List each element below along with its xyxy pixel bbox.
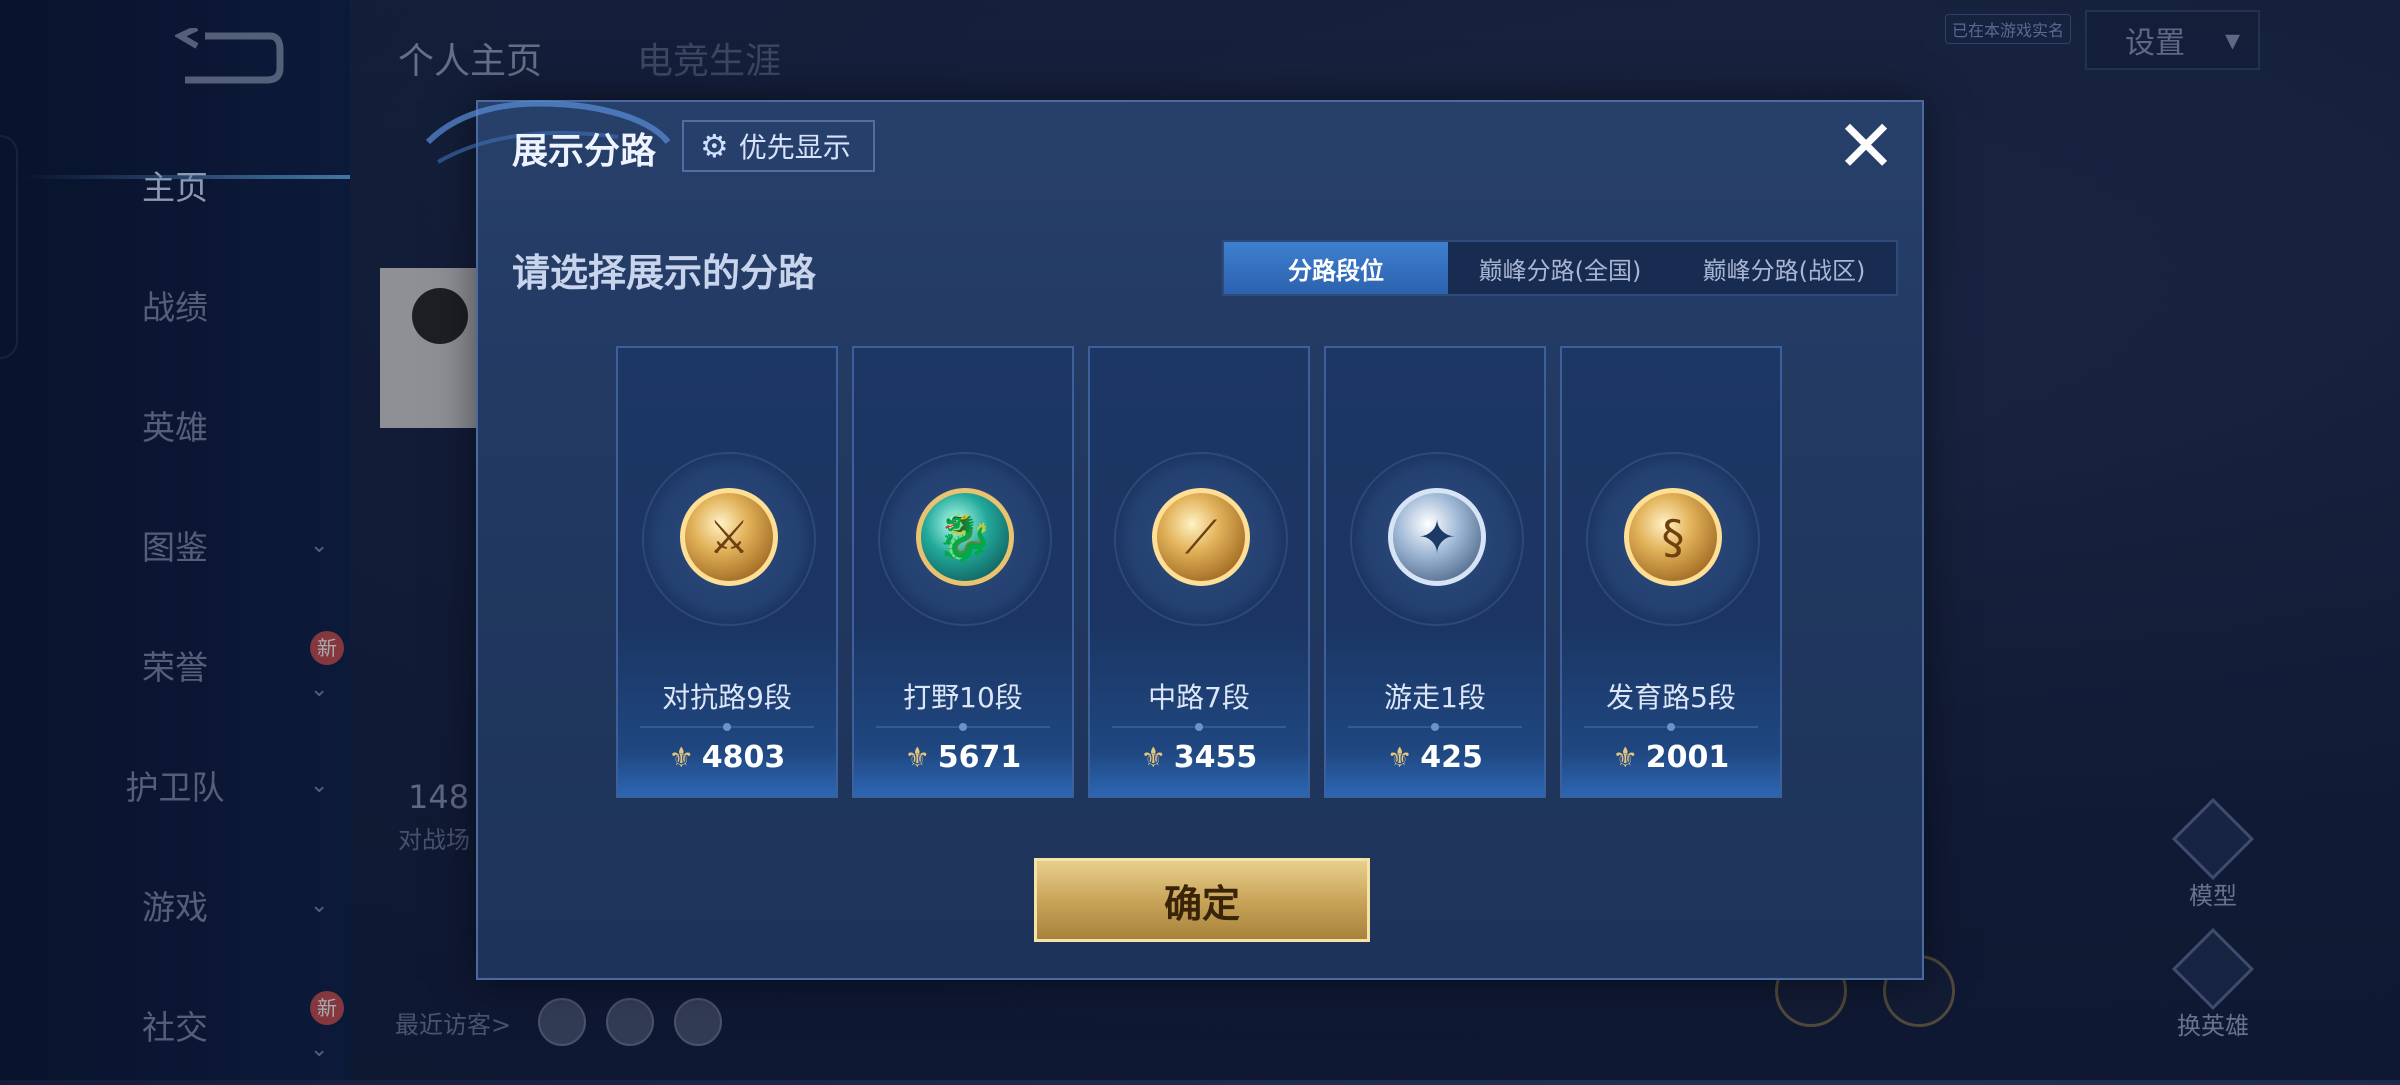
lane-score-value: 425 xyxy=(1420,740,1483,775)
dialog-title: 展示分路 xyxy=(512,131,657,172)
card-divider xyxy=(876,723,1050,731)
close-button[interactable]: ✕ xyxy=(1834,110,1898,182)
tab-lane-rank[interactable]: 分路段位 xyxy=(1224,242,1448,294)
dragon-icon: 🐉 xyxy=(916,488,1014,586)
tab-peak-national[interactable]: 巅峰分路(全国) xyxy=(1448,242,1672,294)
points-icon: ⚜ xyxy=(1387,741,1413,774)
points-icon: ⚜ xyxy=(1140,741,1166,774)
dialog-subtitle: 请选择展示的分路 xyxy=(512,251,817,295)
lane-card-roam[interactable]: ✦ 游走1段 ⚜ 425 xyxy=(1324,346,1546,798)
points-icon: ⚜ xyxy=(1612,741,1638,774)
card-divider xyxy=(640,723,814,731)
lane-card-clash[interactable]: ⚔ 对抗路9段 ⚜ 4803 xyxy=(616,346,838,798)
points-icon: ⚜ xyxy=(668,741,694,774)
lane-card-mid[interactable]: ⟋ 中路7段 ⚜ 3455 xyxy=(1088,346,1310,798)
lane-score-value: 2001 xyxy=(1645,740,1730,775)
segment-tabs: 分路段位 巅峰分路(全国) 巅峰分路(战区) xyxy=(1222,240,1898,296)
lane-score: ⚜ 3455 xyxy=(1090,740,1308,775)
wings-icon: ✦ xyxy=(1388,488,1486,586)
lane-display-dialog: 展示分路 ⚙ 优先显示 ✕ 请选择展示的分路 分路段位 巅峰分路(全国) 巅峰分… xyxy=(425,100,1924,980)
points-icon: ⚜ xyxy=(904,741,930,774)
lane-score: ⚜ 425 xyxy=(1326,740,1544,775)
lane-rank-label: 游走1段 xyxy=(1384,681,1486,714)
lane-rank-label: 中路7段 xyxy=(1148,681,1250,714)
lane-card-farm[interactable]: § 发育路5段 ⚜ 2001 xyxy=(1560,346,1782,798)
priority-display-label: 优先显示 xyxy=(738,131,851,164)
lane-score: ⚜ 4803 xyxy=(618,740,836,775)
wand-icon: ⟋ xyxy=(1152,488,1250,586)
card-divider xyxy=(1112,723,1286,731)
lane-score: ⚜ 5671 xyxy=(854,740,1072,775)
bow-icon: § xyxy=(1624,488,1722,586)
lane-score: ⚜ 2001 xyxy=(1562,740,1780,775)
lane-rank-label: 发育路5段 xyxy=(1606,681,1736,714)
tab-peak-region[interactable]: 巅峰分路(战区) xyxy=(1672,242,1896,294)
confirm-button[interactable]: 确定 xyxy=(1034,858,1370,942)
lane-score-value: 3455 xyxy=(1173,740,1258,775)
lane-score-value: 5671 xyxy=(937,740,1022,775)
lane-rank-label: 对抗路9段 xyxy=(662,681,792,714)
card-divider xyxy=(1584,723,1758,731)
lane-card-jungle[interactable]: 🐉 打野10段 ⚜ 5671 xyxy=(852,346,1074,798)
lane-score-value: 4803 xyxy=(701,740,786,775)
crossed-swords-icon: ⚔ xyxy=(680,488,778,586)
card-divider xyxy=(1348,723,1522,731)
lane-rank-label: 打野10段 xyxy=(903,681,1023,714)
gear-icon: ⚙ xyxy=(700,127,729,165)
priority-display-button[interactable]: ⚙ 优先显示 xyxy=(682,120,875,172)
dialog-header: 展示分路 ⚙ 优先显示 ✕ xyxy=(478,102,1922,190)
